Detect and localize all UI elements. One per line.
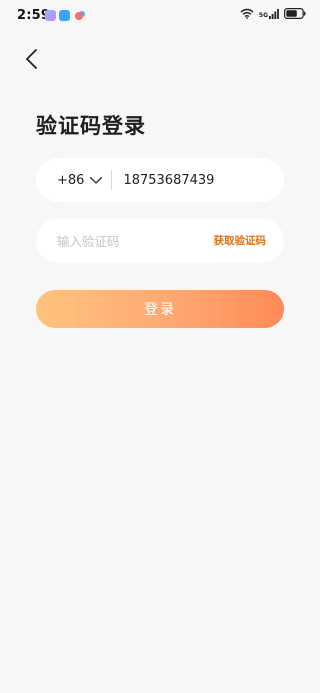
- phone-number-input[interactable]: [123, 172, 264, 188]
- field-divider: [111, 170, 113, 190]
- verification-code-input[interactable]: [57, 233, 187, 249]
- status-right-icons: 5G: [240, 8, 306, 19]
- network-type-label: 5G: [258, 11, 268, 19]
- signal-icon: 5G: [258, 8, 279, 19]
- login-button[interactable]: 登录: [36, 290, 284, 328]
- page-title: 验证码登录: [36, 114, 146, 138]
- verification-code-field: 获取验证码: [36, 219, 284, 263]
- chevron-left-icon: [26, 49, 37, 69]
- cloud-app-icon: [59, 10, 70, 21]
- notification-dot-icon: [75, 11, 83, 20]
- back-button[interactable]: [16, 44, 46, 74]
- status-bar: 2:59 5G: [0, 0, 320, 32]
- get-code-button[interactable]: 获取验证码: [214, 233, 267, 248]
- photo-app-icon: [45, 10, 56, 21]
- chevron-down-icon: [90, 176, 103, 184]
- phone-field: +86: [36, 158, 284, 202]
- status-app-icons: [45, 10, 83, 21]
- country-code-label: +86: [57, 172, 85, 188]
- wifi-icon: [240, 8, 254, 19]
- login-screen: 2:59 5G 验证码登录 +86 18753687439 输入验证码 获取验证…: [0, 0, 320, 693]
- country-code-selector[interactable]: +86: [57, 173, 103, 188]
- battery-icon: [284, 8, 306, 19]
